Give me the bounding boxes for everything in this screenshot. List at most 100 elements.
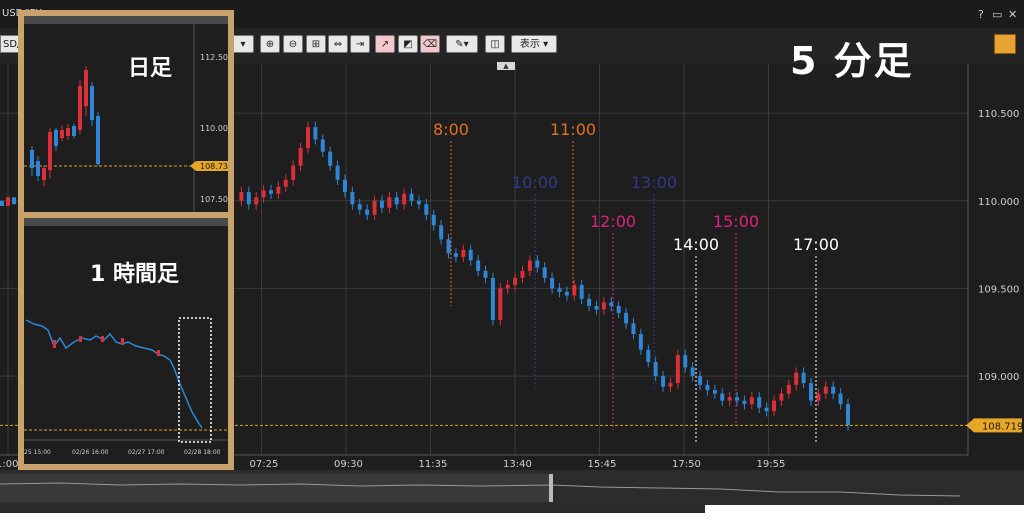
candle-body [757, 397, 762, 408]
hourly-chart-header [24, 218, 228, 226]
x-tick-label: 1:00 [0, 459, 18, 470]
candle-body [772, 400, 777, 412]
daily-candle [60, 130, 64, 138]
chart-window: USD/JPY ? ▭ ✕ ▾ ⊕ ⊖ ⊞ ⇔ ⇥ ↗ ◩ ⌫ ✎▾ ◫ 表示 … [0, 0, 1024, 521]
candle-body [268, 190, 273, 194]
candle-body [476, 260, 481, 271]
navigator-handle[interactable] [549, 474, 553, 502]
candle-body [335, 165, 340, 180]
candle-body [638, 334, 643, 350]
layout-grid-icon[interactable] [994, 34, 1016, 54]
candle-body [809, 383, 814, 401]
candle-body [609, 302, 614, 306]
candle-body [557, 288, 562, 292]
hourly-xtick-1: 25 15:00 [24, 449, 51, 456]
daily-candle [54, 130, 58, 146]
candle-body [431, 214, 436, 226]
candle-body [261, 190, 266, 198]
candle-body [594, 305, 599, 310]
candle-body [283, 179, 288, 187]
candle-body [246, 191, 251, 205]
candle-body [668, 383, 673, 387]
candle-body [291, 165, 296, 180]
candle-body [786, 384, 791, 394]
candle-body [587, 298, 592, 306]
candle-body [402, 193, 407, 205]
daily-candle [84, 70, 88, 106]
candle-body [6, 197, 10, 207]
daily-price-label: 108.733 [200, 162, 228, 171]
candle-body [535, 260, 540, 268]
candle-body [794, 372, 799, 385]
y-tick-label: 110.000 [978, 197, 1019, 208]
candle-body [313, 127, 318, 140]
candle-body [742, 400, 747, 405]
candle-body [328, 151, 333, 166]
candle-body [342, 179, 347, 192]
candle-body [735, 397, 740, 401]
time-marker-label: 17:00 [793, 235, 839, 254]
candle-body [483, 270, 488, 278]
candle-body [846, 404, 850, 426]
candle-body [653, 362, 658, 377]
candle-body [439, 225, 444, 240]
candle-body [801, 372, 806, 384]
current-price-label: 108.719 [982, 421, 1023, 432]
candle-body [350, 191, 355, 205]
candle-body [712, 390, 717, 394]
hourly-candle [121, 338, 124, 345]
daily-chart-label: 日足 [128, 56, 173, 81]
candle-body [690, 367, 695, 377]
x-tick-label: 17:50 [672, 459, 701, 470]
y-tick-label: 110.500 [978, 109, 1019, 120]
navigator-scrollbar[interactable] [0, 470, 1024, 510]
daily-candle [96, 116, 100, 164]
time-marker-label: 11:00 [550, 120, 596, 139]
candle-body [646, 349, 651, 363]
candle-body [631, 323, 636, 335]
hourly-candle [79, 336, 82, 342]
candle-body [720, 393, 725, 401]
time-marker-label: 13:00 [631, 173, 677, 192]
x-tick-label: 07:25 [250, 459, 279, 470]
candle-body [394, 197, 399, 205]
candle-body [564, 291, 569, 296]
daily-candle [30, 150, 34, 168]
daily-candle [90, 86, 94, 120]
candle-body [675, 355, 680, 384]
candle-body [749, 397, 754, 405]
candle-body [705, 384, 710, 391]
collapse-toolbar-icon[interactable]: ▲ [497, 62, 515, 70]
candle-body [823, 386, 828, 394]
candle-body [661, 376, 666, 387]
daily-ytick-1: 112.500 [200, 53, 228, 62]
candle-body [616, 305, 621, 313]
candle-body [505, 284, 510, 289]
daily-candle [36, 161, 40, 176]
hourly-chart-panel: 25 15:00 02/26 16:00 02/27 17:00 02/28 1… [18, 212, 234, 470]
candle-body [601, 302, 606, 310]
daily-chart-header [24, 16, 228, 24]
candle-body [416, 200, 421, 205]
hourly-xtick-4: 02/28 18:00 [184, 449, 221, 456]
candle-body [387, 197, 392, 208]
daily-candle [78, 86, 82, 130]
candle-body [276, 186, 281, 194]
candle-body [624, 312, 629, 324]
candle-body [239, 191, 244, 201]
bottom-strip [0, 505, 1024, 521]
candle-body [527, 260, 532, 271]
candle-body [816, 393, 821, 401]
candle-body [409, 193, 414, 201]
candle-body [320, 139, 325, 152]
daily-candle [48, 132, 52, 170]
hourly-candle [53, 340, 56, 348]
candle-body [579, 284, 584, 299]
daily-chart: 108.733 112.500 110.000 107.500 [24, 16, 228, 214]
hourly-chart-label: 1 時間足 [90, 262, 179, 287]
daily-chart-panel: 108.733 112.500 110.000 107.500 [18, 10, 234, 220]
daily-chart-bg [24, 16, 228, 214]
candle-body [520, 270, 525, 278]
candle-body [698, 376, 703, 385]
hourly-candle [101, 336, 104, 342]
